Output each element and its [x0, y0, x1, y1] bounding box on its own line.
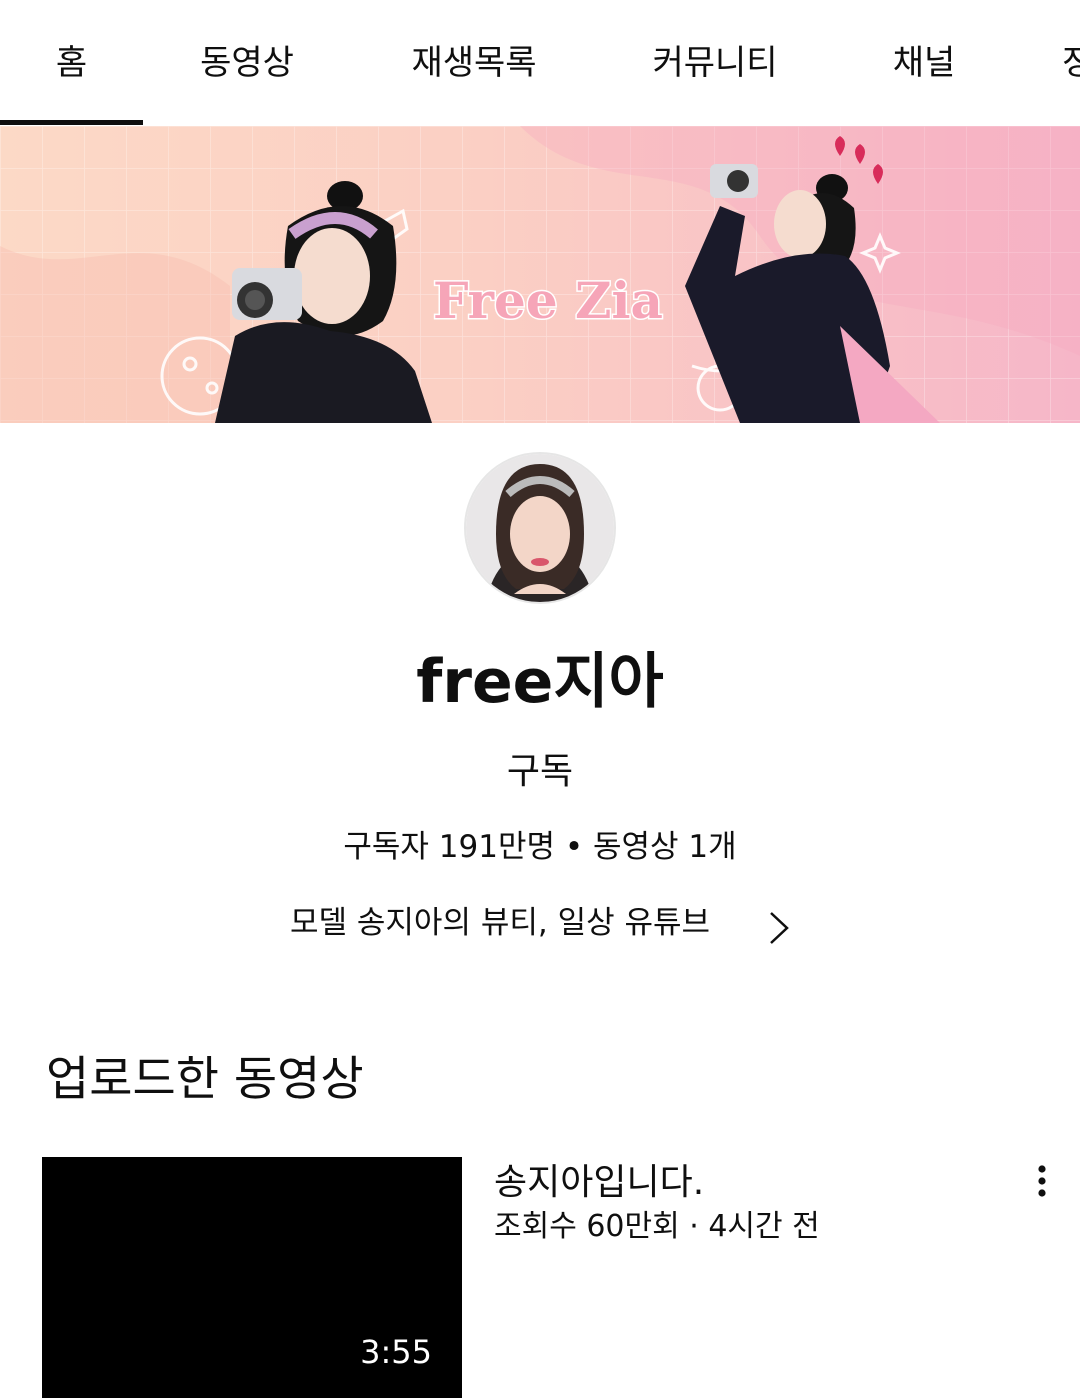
tab-about[interactable]: 정: [1062, 0, 1080, 126]
banner-art: Free Zia: [0, 126, 1080, 423]
banner-logo-text: Free Zia: [433, 271, 663, 330]
chevron-right-icon: [768, 907, 790, 963]
tab-home[interactable]: 홈: [0, 0, 143, 126]
video-thumbnail[interactable]: 3:55: [42, 1157, 462, 1398]
video-meta: 조회수 60만회 · 4시간 전: [494, 1209, 820, 1244]
tab-community[interactable]: 커뮤니티: [630, 0, 800, 126]
active-tab-indicator: [0, 120, 143, 125]
video-title[interactable]: 송지아입니다.: [494, 1158, 704, 1208]
channel-tab-bar: 홈 동영상 재생목록 커뮤니티 채널 정: [0, 0, 1080, 126]
channel-description-link[interactable]: 모델 송지아의 뷰티, 일상 유튜브: [280, 895, 800, 951]
video-duration: 3:55: [360, 1333, 432, 1371]
tab-playlists[interactable]: 재생목록: [388, 0, 560, 126]
tab-channels[interactable]: 채널: [872, 0, 976, 126]
subscribe-button[interactable]: 구독: [470, 740, 610, 804]
tab-videos[interactable]: 동영상: [168, 0, 326, 126]
channel-avatar[interactable]: [464, 452, 616, 604]
avatar-image: [466, 454, 614, 602]
channel-banner: Free Zia: [0, 126, 1080, 423]
channel-stats: 구독자 191만명 • 동영상 1개: [343, 829, 737, 865]
uploads-section-title: 업로드한 동영상: [46, 1052, 364, 1107]
channel-name: free지아: [416, 647, 664, 717]
channel-description: 모델 송지아의 뷰티, 일상 유튜브: [290, 905, 711, 941]
more-vert-icon[interactable]: [1020, 1160, 1064, 1204]
